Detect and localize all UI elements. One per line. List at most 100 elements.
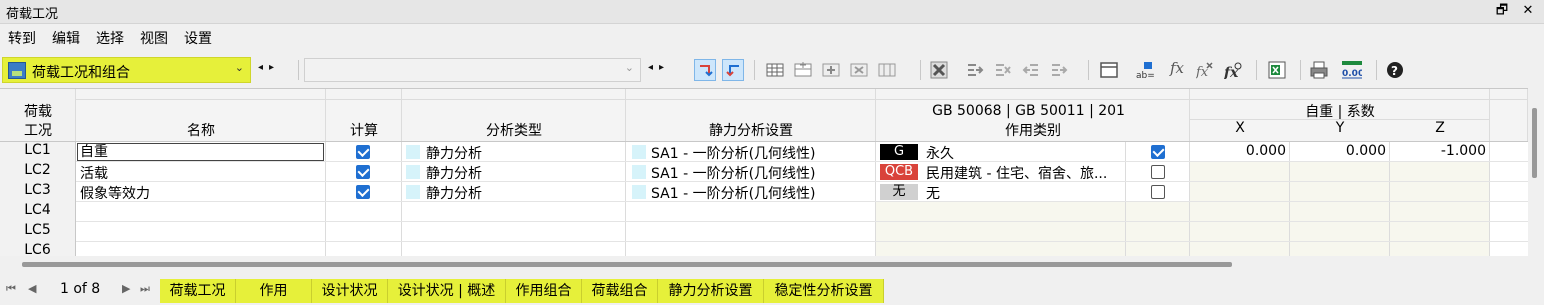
prev-table-icon[interactable]: ◂ [258,62,269,73]
menu-view[interactable]: 视图 [132,28,176,50]
header-divider [1190,119,1490,120]
column-header-name[interactable]: 名称 [76,89,326,141]
sub-table-nav-arrows[interactable]: ◂▸ [648,62,670,73]
view-formula-button[interactable]: fx [1222,59,1244,81]
tab-design-situations-overview[interactable]: 设计状况 | 概述 [388,279,506,303]
menu-goto[interactable]: 转到 [0,28,44,50]
action-badge-lc2: QCB [880,164,918,180]
horizontal-scrollbar[interactable] [0,256,1528,274]
add-row-button[interactable] [820,59,842,81]
column-header-x[interactable]: X [1190,120,1290,136]
calc-checkbox-lc2[interactable] [356,165,370,179]
next-sub-table-icon[interactable]: ▸ [659,62,670,73]
vertical-scroll-thumb[interactable] [1532,108,1537,178]
menu-select[interactable]: 选择 [88,28,132,50]
row-header-lc5[interactable]: LC5 [0,222,76,242]
column-header-self-weight-check[interactable] [1126,89,1190,141]
name-cell-lc2[interactable]: 活载 [80,163,108,183]
tab-action-combinations[interactable]: 作用组合 [506,279,582,303]
column-header-analysis-type[interactable]: 分析类型 [402,89,626,141]
column-header-calc[interactable]: 计算 [326,89,402,141]
panel-view-button[interactable] [1098,59,1120,81]
name-cell-lc1[interactable]: 自重 [77,143,324,161]
print-button[interactable] [1308,59,1330,81]
insert-row-button[interactable] [792,59,814,81]
row-header-lc6[interactable]: LC6 [0,242,76,256]
static-settings-lc2[interactable]: SA1 - 一阶分析(几何线性) [651,163,816,183]
tab-load-cases[interactable]: 荷载工况 [160,279,236,303]
restore-window-icon[interactable]: 🗗 [1494,2,1510,20]
column-header-static-settings[interactable]: 静力分析设置 [626,89,876,141]
horizontal-scroll-thumb[interactable] [22,262,1232,267]
tab-load-combinations[interactable]: 荷载组合 [582,279,658,303]
first-page-icon[interactable]: ⏮ [6,282,16,296]
calc-checkbox-lc1[interactable] [356,145,370,159]
remove-rows-icon [996,64,1011,76]
clear-table-button[interactable] [876,59,898,81]
delete-formula-button[interactable]: fx [1194,59,1216,81]
menu-settings[interactable]: 设置 [176,28,220,50]
analysis-type-lc1[interactable]: 静力分析 [426,143,482,163]
close-icon[interactable]: ✕ [1520,2,1536,20]
delete-button[interactable] [928,59,950,81]
table-view-button[interactable] [764,59,786,81]
select-in-model-button[interactable] [694,59,716,81]
add-rows-icon [822,63,840,77]
self-weight-checkbox-lc2[interactable] [1151,165,1165,179]
sub-table-dropdown[interactable]: ⌄ [304,58,641,82]
formula-button[interactable]: fx [1170,59,1184,77]
self-weight-y-lc1[interactable]: 0.000 [1290,143,1386,159]
next-page-icon[interactable]: ▶ [122,282,130,295]
row-header-lc2[interactable]: LC2 [0,162,76,182]
static-settings-lc1[interactable]: SA1 - 一阶分析(几何线性) [651,143,816,163]
table-type-dropdown[interactable]: 荷载工况和组合 ⌄ [2,57,251,83]
calc-checkbox-lc3[interactable] [356,185,370,199]
tab-actions[interactable]: 作用 [236,279,312,303]
select-in-table-button[interactable] [722,59,744,81]
self-weight-z-lc1[interactable]: -1.000 [1390,143,1486,159]
delete-rows-button[interactable] [848,59,870,81]
static-settings-lc3[interactable]: SA1 - 一阶分析(几何线性) [651,183,816,203]
tab-stability-analysis-settings[interactable]: 稳定性分析设置 [764,279,884,303]
name-cell-lc3[interactable]: 假象等效力 [80,183,150,203]
vertical-scrollbar[interactable] [1528,88,1544,274]
last-page-icon[interactable]: ⏭ [140,282,150,296]
move-left-button[interactable] [1020,59,1042,81]
next-table-icon[interactable]: ▸ [269,62,280,73]
action-category-lc1[interactable]: 永久 [926,143,954,163]
text-edit-icon: ab= [1136,62,1154,79]
toolbar-divider [1256,60,1257,80]
toolbar-divider [298,60,299,80]
number-format-button[interactable]: 0.00 [1340,59,1362,81]
self-weight-checkbox-lc1[interactable] [1151,145,1165,159]
menu-edit[interactable]: 编辑 [44,28,88,50]
row-header-lc4[interactable]: LC4 [0,202,76,222]
header-case-line2: 工况 [24,123,52,139]
prev-page-icon[interactable]: ◀ [28,282,36,295]
self-weight-checkbox-lc3[interactable] [1151,185,1165,199]
row-header-lc1[interactable]: LC1 [0,142,76,162]
row-header-lc3[interactable]: LC3 [0,182,76,202]
analysis-swatch-lc3 [406,185,420,199]
action-category-lc2[interactable]: 民用建筑 - 住宅、宿舍、旅... [926,163,1122,183]
column-divider [1389,142,1390,256]
self-weight-x-lc1[interactable]: 0.000 [1190,143,1286,159]
column-header-y[interactable]: Y [1290,120,1390,136]
import-rows-button[interactable] [964,59,986,81]
tab-design-situations[interactable]: 设计状况 [312,279,388,303]
analysis-type-lc2[interactable]: 静力分析 [426,163,482,183]
analysis-type-lc3[interactable]: 静力分析 [426,183,482,203]
remove-rows-button[interactable] [992,59,1014,81]
table-nav-arrows[interactable]: ◂▸ [258,62,280,73]
tab-static-analysis-settings[interactable]: 静力分析设置 [658,279,764,303]
action-category-lc3[interactable]: 无 [926,183,940,203]
export-excel-button[interactable] [1266,59,1288,81]
help-button[interactable]: ? [1384,59,1406,81]
column-header-z[interactable]: Z [1390,120,1490,136]
prev-sub-table-icon[interactable]: ◂ [648,62,659,73]
move-right-button[interactable] [1048,59,1070,81]
settings-swatch-lc3 [632,185,646,199]
rename-button[interactable]: ab= [1134,59,1156,81]
column-divider [625,142,626,256]
select-arrow-icon [700,65,713,77]
